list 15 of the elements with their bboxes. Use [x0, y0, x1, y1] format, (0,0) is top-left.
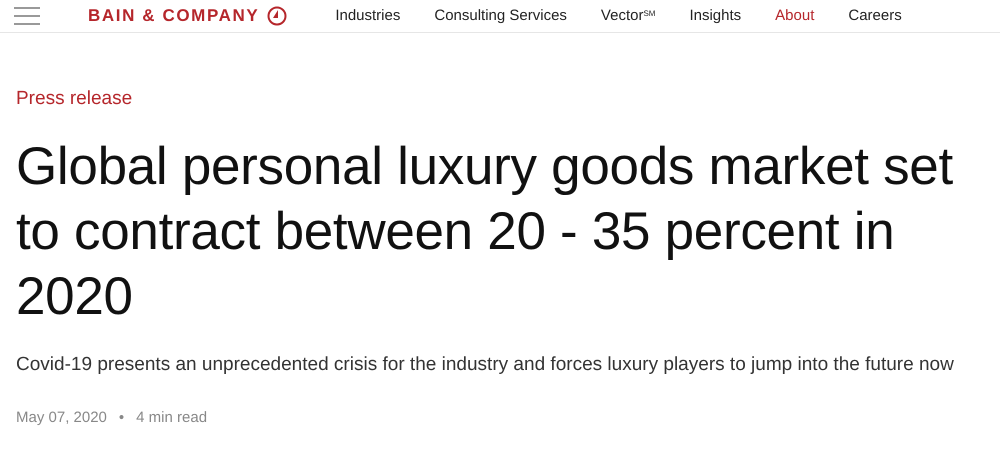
logo[interactable]: BAIN & COMPANY: [88, 3, 260, 29]
publish-date: May 07, 2020: [16, 408, 107, 428]
read-time: 4 min read: [136, 408, 208, 428]
menu-icon[interactable]: [14, 7, 40, 25]
article-title: Global personal luxury goods market set to contract between 20 - 35 percent in 2020: [16, 136, 954, 328]
nav-link[interactable]: Consulting Services: [434, 4, 567, 28]
nav-link[interactable]: Careers: [848, 4, 902, 28]
nav-link[interactable]: Industries: [335, 4, 400, 28]
nav-link[interactable]: About: [775, 4, 814, 28]
article-subtitle: Covid-19 presents an unprecedented crisis for the industry and forces luxury players to jump into the future now: [16, 352, 955, 376]
nav-link[interactable]: Insights: [689, 4, 742, 28]
logo-icon: [267, 6, 288, 26]
separator-dot: •: [118, 408, 124, 428]
category-label: Press release: [16, 87, 134, 111]
nav-link[interactable]: Vector$^{SM}$: [600, 4, 656, 28]
